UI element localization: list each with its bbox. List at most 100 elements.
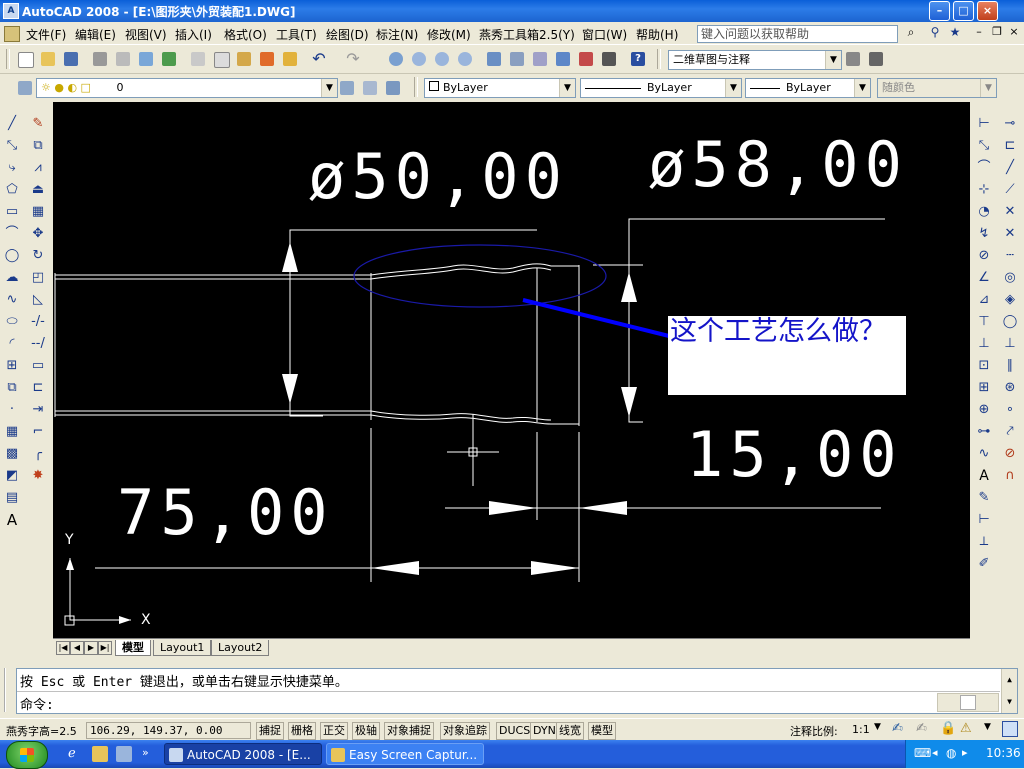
- table-icon[interactable]: ▤: [2, 488, 22, 508]
- close-button[interactable]: ×: [977, 1, 998, 21]
- snap-center-icon[interactable]: ◎: [1000, 268, 1020, 288]
- line-icon[interactable]: ╱: [2, 114, 22, 134]
- next-tab-icon[interactable]: ▶: [84, 641, 98, 655]
- continue-dimension-icon[interactable]: ⊥: [974, 334, 994, 354]
- start-button[interactable]: [6, 741, 48, 769]
- gradient-icon[interactable]: ▩: [2, 444, 22, 464]
- lineweight-toggle[interactable]: 线宽: [556, 722, 584, 740]
- tray-arrow-icon[interactable]: ▸: [962, 746, 968, 759]
- communication-center-icon[interactable]: ⚲: [926, 25, 944, 41]
- polyline-icon[interactable]: ⤷: [2, 158, 22, 178]
- hatch-icon[interactable]: ▦: [2, 422, 22, 442]
- auto-scale-icon[interactable]: ✍: [916, 721, 927, 736]
- polar-toggle[interactable]: 极轴: [352, 722, 380, 740]
- ducs-toggle[interactable]: DUCS: [496, 722, 534, 740]
- snap-node-icon[interactable]: ∘: [1000, 400, 1020, 420]
- new-button[interactable]: [14, 48, 36, 70]
- menu-help[interactable]: 帮助(H): [636, 26, 678, 43]
- mirror-icon[interactable]: ⩘: [28, 158, 48, 178]
- make-layer-current-button[interactable]: [336, 77, 358, 99]
- baseline-dimension-icon[interactable]: ⊤: [974, 312, 994, 332]
- diameter-dimension-icon[interactable]: ⊘: [974, 246, 994, 266]
- dyn-toggle[interactable]: DYN: [530, 722, 559, 740]
- polygon-icon[interactable]: ⬠: [2, 180, 22, 200]
- menu-file[interactable]: 文件(F): [26, 26, 66, 43]
- search-icon[interactable]: ⌕: [900, 25, 922, 41]
- menu-tools[interactable]: 工具(T): [276, 26, 317, 43]
- dimension-edit-icon[interactable]: ⊶: [974, 422, 994, 442]
- quicklaunch-chevron-icon[interactable]: »: [142, 746, 149, 759]
- stretch-icon[interactable]: ◺: [28, 290, 48, 310]
- layer-states-button[interactable]: [382, 77, 404, 99]
- erase-icon[interactable]: ✎: [28, 114, 48, 134]
- snap-from-icon[interactable]: ⊏: [1000, 136, 1020, 156]
- command-hscroll[interactable]: [937, 693, 999, 712]
- paste-button[interactable]: [233, 48, 255, 70]
- snap-apparent-intersection-icon[interactable]: ✕: [1000, 224, 1020, 244]
- ellipse-arc-icon[interactable]: ◜: [2, 334, 22, 354]
- layer-select[interactable]: ☼ ● ◐ □ 0 ▼: [36, 78, 338, 98]
- pan-realtime-button[interactable]: [385, 48, 407, 70]
- redo-icon[interactable]: ↷: [342, 48, 364, 70]
- dimension-override-icon[interactable]: ⟂: [974, 532, 994, 552]
- dimension-text-edit-icon[interactable]: ∿: [974, 444, 994, 464]
- copy-button[interactable]: [210, 48, 232, 70]
- tab-layout1[interactable]: Layout1: [153, 640, 212, 656]
- menu-format[interactable]: 格式(O): [224, 26, 267, 43]
- osnap-toggle[interactable]: 对象捕捉: [384, 722, 434, 740]
- publish-button[interactable]: [135, 48, 157, 70]
- construction-line-icon[interactable]: ⤡: [2, 136, 22, 156]
- scale-icon[interactable]: ◰: [28, 268, 48, 288]
- workspace-settings-button[interactable]: [842, 48, 864, 70]
- explode-icon[interactable]: ✸: [28, 466, 48, 486]
- folder-quicklaunch-icon[interactable]: [92, 746, 108, 762]
- center-mark-icon[interactable]: ⊕: [974, 400, 994, 420]
- menu-draw[interactable]: 绘图(D): [326, 26, 369, 43]
- task-screen-capture[interactable]: Easy Screen Captur...: [326, 743, 484, 765]
- doc-close-button[interactable]: ×: [1007, 25, 1021, 41]
- point-icon[interactable]: ·: [2, 400, 22, 420]
- ordinate-dimension-icon[interactable]: ⊹: [974, 180, 994, 200]
- fillet-icon[interactable]: ╭: [28, 444, 48, 464]
- ie-quicklaunch-icon[interactable]: ℯ: [68, 746, 84, 762]
- linear-dimension-icon[interactable]: ⊢: [974, 114, 994, 134]
- aligned-dimension-icon[interactable]: ⤡: [974, 136, 994, 156]
- model-toggle[interactable]: 模型: [588, 722, 616, 740]
- workspace-save-button[interactable]: [865, 48, 887, 70]
- cut-button[interactable]: [187, 48, 209, 70]
- quickcalc-button[interactable]: [598, 48, 620, 70]
- snap-parallel-icon[interactable]: ∥: [1000, 356, 1020, 376]
- autocad-app-icon[interactable]: A: [3, 3, 19, 19]
- design-center-button[interactable]: [506, 48, 528, 70]
- coordinate-readout[interactable]: 106.29, 149.37, 0.00: [86, 722, 251, 739]
- plot-preview-button[interactable]: [112, 48, 134, 70]
- menu-insert[interactable]: 插入(I): [175, 26, 212, 43]
- ortho-toggle[interactable]: 正交: [320, 722, 348, 740]
- rotate-icon[interactable]: ↻: [28, 246, 48, 266]
- maximize-button[interactable]: □: [953, 1, 974, 21]
- trim-icon[interactable]: -/-: [28, 312, 48, 332]
- keyboard-icon[interactable]: ⌨: [914, 746, 931, 760]
- break-at-point-icon[interactable]: ▭: [28, 356, 48, 376]
- properties-button[interactable]: [483, 48, 505, 70]
- menu-window[interactable]: 窗口(W): [582, 26, 627, 43]
- grid-toggle[interactable]: 栅格: [288, 722, 316, 740]
- angular-dimension-icon[interactable]: ∠: [974, 268, 994, 288]
- 3d-dwf-button[interactable]: [158, 48, 180, 70]
- task-autocad[interactable]: AutoCAD 2008 - [E...: [164, 743, 322, 765]
- clean-screen-icon[interactable]: [1002, 721, 1018, 737]
- undo-icon[interactable]: ↶: [308, 48, 330, 70]
- color-select[interactable]: ByLayer ▼: [424, 78, 576, 98]
- snap-perpendicular-icon[interactable]: ⊥: [1000, 334, 1020, 354]
- tray-settings-icon[interactable]: ⚠: [960, 721, 972, 736]
- tolerance-icon[interactable]: ⊞: [974, 378, 994, 398]
- rectangle-icon[interactable]: ▭: [2, 202, 22, 222]
- command-scrollbar[interactable]: ▲ ▼: [1001, 669, 1017, 713]
- workspace-select[interactable]: 二维草图与注释 ▼: [668, 50, 842, 70]
- chevron-down-icon[interactable]: ▼: [984, 722, 991, 732]
- snap-nearest-icon[interactable]: ⤤: [1000, 422, 1020, 442]
- join-icon[interactable]: ⇥: [28, 400, 48, 420]
- dimension-update-icon[interactable]: A: [974, 466, 994, 486]
- arc-icon[interactable]: ⌒: [2, 224, 22, 244]
- chamfer-icon[interactable]: ⌐: [28, 422, 48, 442]
